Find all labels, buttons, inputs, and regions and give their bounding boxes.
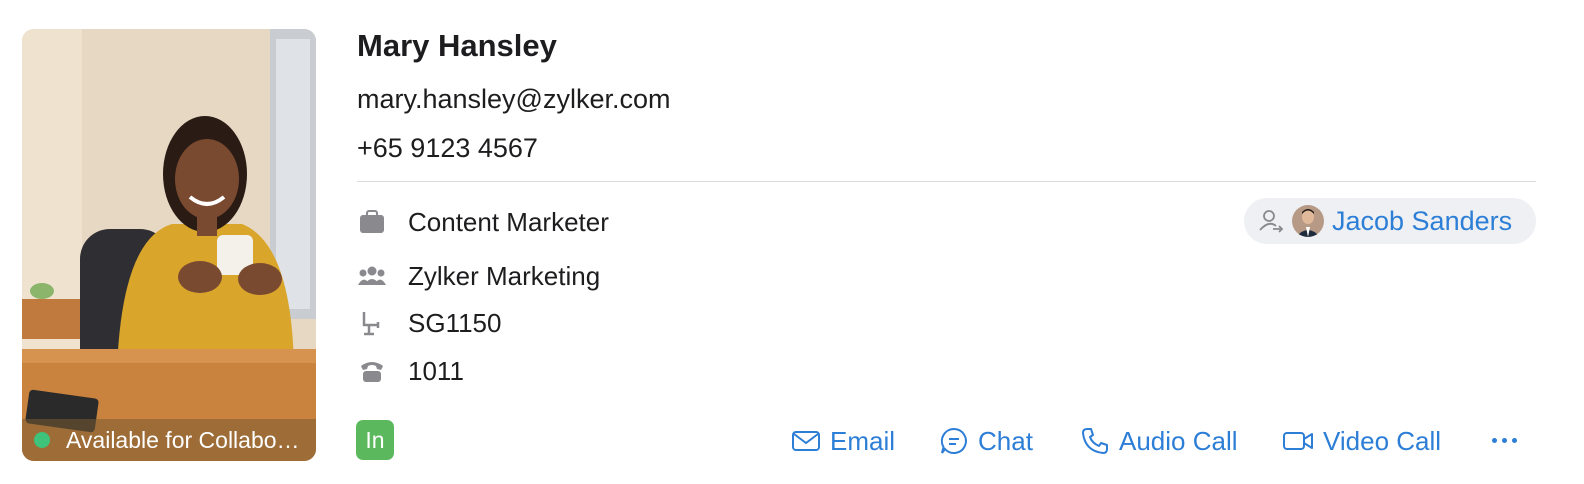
reporting-manager-chip[interactable]: Jacob Sanders <box>1244 198 1536 244</box>
reports-to-icon <box>1258 208 1284 234</box>
seat-icon <box>357 308 387 338</box>
status-text: Available for Collaboration <box>66 426 302 453</box>
chat-button[interactable]: Chat <box>939 420 1033 462</box>
contact-name: Mary Hansley <box>357 28 557 63</box>
video-call-button-label: Video Call <box>1323 425 1442 456</box>
phone-icon <box>1082 428 1108 454</box>
chat-icon <box>940 427 967 454</box>
availability-status[interactable]: Available for Collaboration <box>22 419 316 461</box>
audio-call-button-label: Audio Call <box>1119 425 1238 456</box>
detail-row-seat: SG1150 <box>357 306 501 340</box>
video-call-button[interactable]: Video Call <box>1282 420 1441 462</box>
detail-label: 1011 <box>408 355 464 386</box>
contact-email[interactable]: mary.hansley@zylker.com <box>357 84 671 115</box>
desk-phone-icon <box>357 356 387 386</box>
more-options-icon[interactable] <box>1489 425 1519 455</box>
detail-row-department: Zylker Marketing <box>357 259 600 293</box>
audio-call-button[interactable]: Audio Call <box>1080 420 1238 462</box>
status-dot <box>34 432 50 448</box>
linkedin-icon[interactable]: In <box>356 420 394 460</box>
email-button-label: Email <box>830 425 896 456</box>
detail-label: Zylker Marketing <box>408 260 601 291</box>
manager-avatar <box>1292 205 1324 237</box>
divider <box>357 181 1536 182</box>
chat-button-label: Chat <box>978 425 1033 456</box>
mail-icon <box>792 431 820 451</box>
detail-label: Content Marketer <box>408 206 609 237</box>
profile-photo[interactable]: Available for Collaboration <box>22 29 316 461</box>
profile-photo-image <box>22 29 316 461</box>
team-icon <box>357 261 387 291</box>
email-button[interactable]: Email <box>791 420 895 462</box>
detail-label: SG1150 <box>408 307 502 338</box>
detail-row-designation: Content Marketer <box>357 205 609 239</box>
video-camera-icon <box>1283 432 1313 450</box>
detail-row-extension: 1011 <box>357 354 464 388</box>
manager-name: Jacob Sanders <box>1332 205 1513 236</box>
contact-phone[interactable]: +65 9123 4567 <box>357 133 538 164</box>
briefcase-icon <box>357 207 387 237</box>
